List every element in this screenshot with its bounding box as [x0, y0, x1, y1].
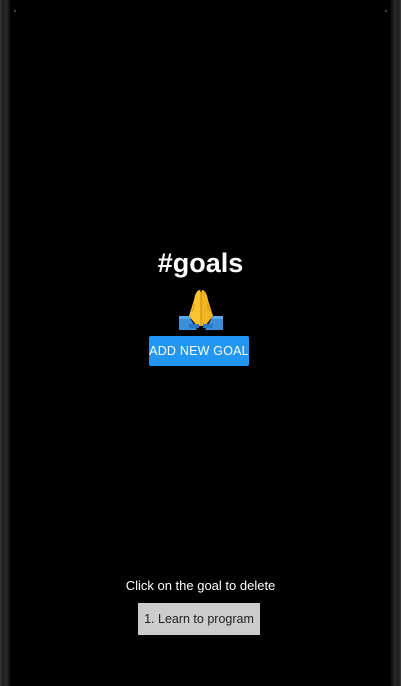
- add-new-goal-button[interactable]: ADD NEW GOAL: [149, 336, 249, 366]
- camera-dot: [14, 10, 16, 12]
- app-screen: #goals ADD NEW GOAL Click on the goal to…: [10, 0, 391, 686]
- folded-hands-icon: [178, 290, 223, 330]
- goal-list-item[interactable]: 1. Learn to program: [138, 603, 260, 635]
- camera-dot: [385, 10, 387, 12]
- device-frame-right: [391, 0, 401, 686]
- delete-hint: Click on the goal to delete: [125, 578, 276, 593]
- page-title: #goals: [157, 248, 244, 278]
